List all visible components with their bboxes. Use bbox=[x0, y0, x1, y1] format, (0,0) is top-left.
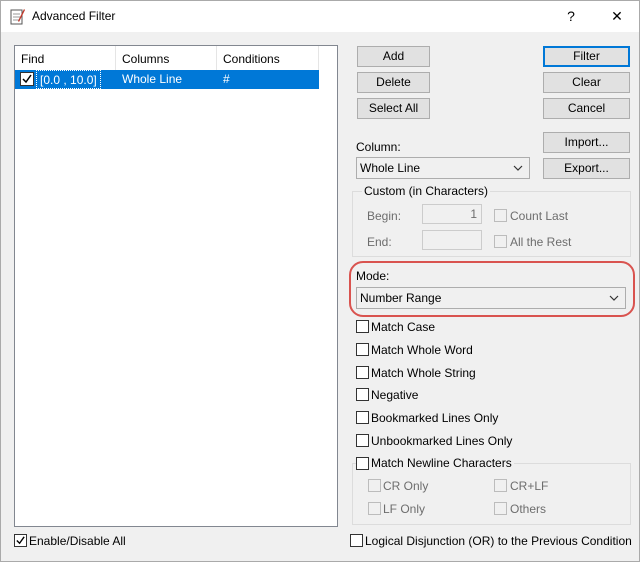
match-case-label: Match Case bbox=[371, 320, 436, 334]
add-button[interactable]: Add bbox=[357, 46, 430, 67]
column-header-columns[interactable]: Columns bbox=[116, 46, 217, 70]
match-newline-checkbox[interactable] bbox=[356, 457, 369, 470]
notepad-app-icon bbox=[10, 9, 25, 25]
match-case-checkbox[interactable] bbox=[356, 320, 369, 333]
row-columns-cell: Whole Line bbox=[122, 72, 183, 86]
unbookmarked-lines-label: Unbookmarked Lines Only bbox=[371, 434, 513, 448]
end-label: End: bbox=[367, 235, 392, 249]
clear-button[interactable]: Clear bbox=[543, 72, 630, 93]
begin-label: Begin: bbox=[367, 209, 402, 223]
cr-only-checkbox[interactable] bbox=[368, 479, 381, 492]
import-button[interactable]: Import... bbox=[543, 132, 630, 153]
check-icon bbox=[16, 536, 25, 545]
begin-field[interactable]: 1 bbox=[422, 204, 482, 224]
advanced-filter-dialog: Advanced Filter ? ✕ Find Columns Conditi… bbox=[0, 0, 640, 562]
column-dropdown[interactable]: Whole Line bbox=[356, 157, 530, 179]
all-the-rest-checkbox[interactable] bbox=[494, 235, 507, 248]
others-checkbox[interactable] bbox=[494, 502, 507, 515]
negative-label: Negative bbox=[371, 388, 419, 402]
chevron-down-icon bbox=[513, 165, 523, 171]
column-header-find[interactable]: Find bbox=[15, 46, 116, 70]
close-button[interactable]: ✕ bbox=[595, 1, 639, 32]
logical-disjunction-checkbox[interactable] bbox=[350, 534, 363, 547]
others-label: Others bbox=[510, 502, 547, 516]
annotation-highlight-ring bbox=[349, 261, 635, 317]
logical-disjunction-label: Logical Disjunction (OR) to the Previous… bbox=[365, 534, 632, 548]
window-title: Advanced Filter bbox=[32, 9, 116, 23]
delete-button[interactable]: Delete bbox=[357, 72, 430, 93]
row-checkbox[interactable] bbox=[20, 72, 34, 86]
match-whole-word-checkbox[interactable] bbox=[356, 343, 369, 356]
help-button[interactable]: ? bbox=[549, 1, 593, 32]
crlf-label: CR+LF bbox=[510, 479, 549, 493]
list-header: Find Columns Conditions bbox=[15, 46, 337, 70]
all-the-rest-label: All the Rest bbox=[510, 235, 572, 249]
crlf-checkbox[interactable] bbox=[494, 479, 507, 492]
bookmarked-lines-checkbox[interactable] bbox=[356, 411, 369, 424]
column-header-conditions[interactable]: Conditions bbox=[217, 46, 319, 70]
match-whole-string-checkbox[interactable] bbox=[356, 366, 369, 379]
lf-only-label: LF Only bbox=[383, 502, 426, 516]
filter-list[interactable]: Find Columns Conditions [0.0 , 10.0] Who… bbox=[14, 45, 338, 527]
table-row[interactable]: [0.0 , 10.0] Whole Line # bbox=[15, 70, 319, 89]
custom-group-title: Custom (in Characters) bbox=[362, 184, 491, 198]
count-last-checkbox[interactable] bbox=[494, 209, 507, 222]
column-label: Column: bbox=[356, 140, 401, 154]
cancel-button[interactable]: Cancel bbox=[543, 98, 630, 119]
enable-disable-all-label: Enable/Disable All bbox=[29, 534, 126, 548]
filter-button[interactable]: Filter bbox=[543, 46, 630, 67]
enable-disable-all-checkbox[interactable] bbox=[14, 534, 27, 547]
count-last-label: Count Last bbox=[510, 209, 569, 223]
cr-only-label: CR Only bbox=[383, 479, 429, 493]
export-button[interactable]: Export... bbox=[543, 158, 630, 179]
bookmarked-lines-label: Bookmarked Lines Only bbox=[371, 411, 499, 425]
select-all-button[interactable]: Select All bbox=[357, 98, 430, 119]
match-newline-label: Match Newline Characters bbox=[369, 456, 514, 470]
column-dropdown-value: Whole Line bbox=[360, 161, 421, 175]
unbookmarked-lines-checkbox[interactable] bbox=[356, 434, 369, 447]
match-whole-word-label: Match Whole Word bbox=[371, 343, 473, 357]
lf-only-checkbox[interactable] bbox=[368, 502, 381, 515]
negative-checkbox[interactable] bbox=[356, 388, 369, 401]
title-bar[interactable]: Advanced Filter ? ✕ bbox=[1, 1, 639, 32]
match-whole-string-label: Match Whole String bbox=[371, 366, 476, 380]
custom-group bbox=[352, 191, 631, 257]
row-find-cell: [0.0 , 10.0] bbox=[36, 70, 101, 89]
row-conditions-cell: # bbox=[223, 72, 230, 86]
end-field[interactable] bbox=[422, 230, 482, 250]
check-icon bbox=[22, 74, 32, 84]
